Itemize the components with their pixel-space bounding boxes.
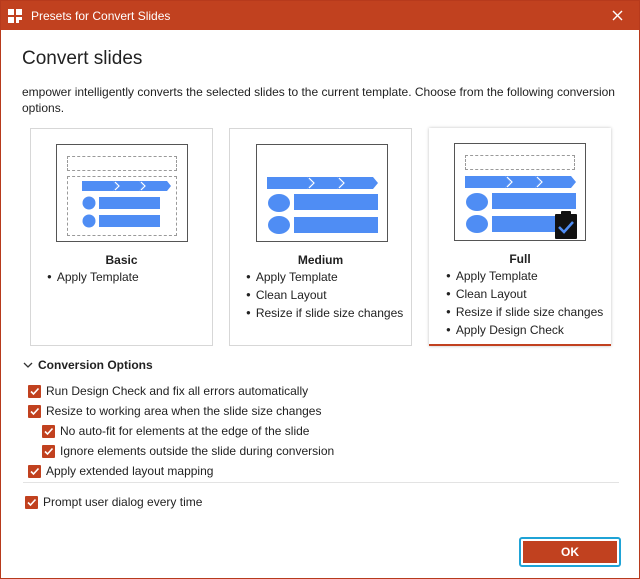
checkbox-checked[interactable] <box>42 444 55 458</box>
feature-item: Clean Layout <box>446 286 603 304</box>
feature-item: Apply Template <box>246 269 403 287</box>
option-label: Prompt user dialog every time <box>43 495 203 509</box>
checkmark-icon <box>27 498 37 506</box>
option-label: Resize to working area when the slide si… <box>46 404 322 418</box>
window-title: Presets for Convert Slides <box>31 8 171 23</box>
conversion-options-toggle[interactable]: Conversion Options <box>23 358 153 372</box>
checkbox-checked[interactable] <box>28 464 41 478</box>
preset-thumbnail-full <box>454 143 586 241</box>
option-label: Apply extended layout mapping <box>46 464 214 478</box>
checkmark-icon <box>44 447 54 455</box>
feature-list: Apply Template Clean Layout Resize if sl… <box>446 268 603 340</box>
empower-app-icon <box>8 8 22 23</box>
option-prompt-user-dialog[interactable]: Prompt user dialog every time <box>25 495 202 509</box>
preset-name: Basic <box>105 253 138 267</box>
checkbox-checked[interactable] <box>28 404 41 418</box>
conversion-options-header: Conversion Options <box>38 358 153 372</box>
preset-card-basic[interactable]: Basic Apply Template <box>30 128 213 346</box>
checkmark-icon <box>44 427 54 435</box>
preset-name: Medium <box>297 253 344 267</box>
checkmark-icon <box>30 407 40 415</box>
preset-name: Full <box>509 252 531 266</box>
option-no-auto-fit[interactable]: No auto-fit for elements at the edge of … <box>42 424 309 438</box>
option-extended-layout-mapping[interactable]: Apply extended layout mapping <box>28 464 213 478</box>
checkbox-checked[interactable] <box>28 384 41 398</box>
ok-button[interactable]: OK <box>519 537 621 567</box>
chevron-down-icon <box>23 361 35 369</box>
checkbox-checked[interactable] <box>25 495 38 509</box>
ok-button-label: OK <box>523 541 617 563</box>
feature-item: Apply Template <box>446 268 603 286</box>
preset-card-full[interactable]: Full Apply Template Clean Layout Resize … <box>429 128 611 346</box>
feature-item: Clean Layout <box>246 287 403 305</box>
feature-list: Apply Template <box>47 269 139 287</box>
preset-card-medium[interactable]: Medium Apply Template Clean Layout Resiz… <box>229 128 412 346</box>
checkmark-icon <box>30 387 40 395</box>
description-text: empower intelligently converts the selec… <box>22 85 615 115</box>
feature-item: Apply Template <box>47 269 139 287</box>
checkmark-icon <box>30 467 40 475</box>
preset-thumbnail-basic <box>56 144 188 242</box>
close-icon <box>612 10 622 21</box>
option-label: Ignore elements outside the slide during… <box>60 444 335 458</box>
feature-item: Resize if slide size changes <box>446 304 603 322</box>
option-resize-working-area[interactable]: Resize to working area when the slide si… <box>28 404 321 418</box>
feature-item: Resize if slide size changes <box>246 305 403 323</box>
preset-thumbnail-medium <box>256 144 388 242</box>
dialog-window: Presets for Convert Slides Convert slide… <box>0 0 640 579</box>
option-label: Run Design Check and fix all errors auto… <box>46 384 309 398</box>
divider <box>23 482 619 483</box>
title-bar: Presets for Convert Slides <box>1 1 639 30</box>
checkbox-checked[interactable] <box>42 424 55 438</box>
feature-item: Apply Design Check <box>446 322 603 340</box>
page-title: Convert slides <box>22 48 143 69</box>
option-run-design-check[interactable]: Run Design Check and fix all errors auto… <box>28 384 308 398</box>
feature-list: Apply Template Clean Layout Resize if sl… <box>246 269 403 323</box>
option-ignore-outside-elements[interactable]: Ignore elements outside the slide during… <box>42 444 334 458</box>
close-button[interactable] <box>595 1 639 30</box>
option-label: No auto-fit for elements at the edge of … <box>60 424 310 438</box>
clipboard-check-icon <box>555 211 577 239</box>
